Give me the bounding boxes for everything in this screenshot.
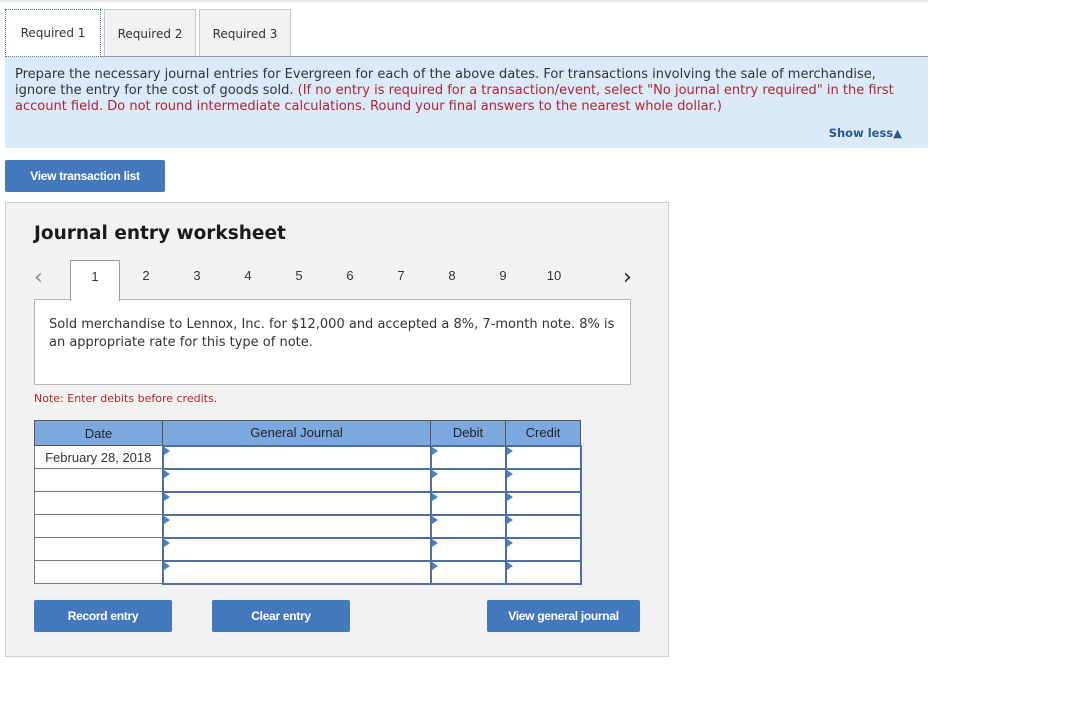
pager-page-7[interactable]: 7	[389, 268, 413, 283]
show-less-toggle[interactable]: Show less▲	[829, 125, 902, 141]
credit-input[interactable]	[504, 467, 582, 493]
debit-input[interactable]	[429, 513, 507, 539]
account-input[interactable]	[161, 559, 432, 585]
pager-page-10[interactable]: 10	[542, 268, 566, 283]
transaction-description: Sold merchandise to Lennox, Inc. for $12…	[34, 299, 631, 385]
instructions-panel: Prepare the necessary journal entries fo…	[5, 57, 928, 148]
credit-input[interactable]	[504, 513, 582, 539]
chevron-left-icon[interactable]: ‹	[34, 265, 43, 290]
pager-page-3[interactable]: 3	[185, 268, 209, 283]
record-entry-button[interactable]: Record entry	[34, 600, 172, 632]
triangle-up-icon: ▲	[893, 126, 902, 140]
table-row: February 28, 2018	[34, 444, 582, 470]
credit-input[interactable]	[504, 490, 582, 516]
account-input[interactable]	[161, 490, 432, 516]
credit-input[interactable]	[504, 559, 582, 585]
debits-note: Note: Enter debits before credits.	[34, 392, 218, 405]
table-row	[34, 467, 582, 493]
journal-entry-worksheet: Journal entry worksheet ‹ 1 2 3 4 5 6 7 …	[5, 202, 669, 657]
date-cell: February 28, 2018	[34, 445, 163, 469]
tab-required-1[interactable]: Required 1	[5, 9, 101, 57]
journal-table: Date General Journal Debit Credit Februa…	[34, 420, 582, 585]
pager-page-label: 1	[91, 269, 99, 284]
tab-required-2[interactable]: Required 2	[104, 9, 196, 57]
account-input[interactable]	[161, 467, 432, 493]
pager-page-4[interactable]: 4	[236, 268, 260, 283]
account-input[interactable]	[161, 513, 432, 539]
date-cell	[34, 560, 163, 584]
pager-page-1[interactable]: 1	[70, 260, 120, 301]
date-cell	[34, 491, 163, 515]
pager-page-5[interactable]: 5	[287, 268, 311, 283]
journal-table-header: Date General Journal Debit Credit	[34, 420, 581, 446]
transaction-description-text: Sold merchandise to Lennox, Inc. for $12…	[49, 317, 615, 350]
debit-input[interactable]	[429, 536, 507, 562]
worksheet-title: Journal entry worksheet	[34, 223, 286, 244]
account-input[interactable]	[161, 536, 432, 562]
view-general-journal-button[interactable]: View general journal	[487, 600, 640, 632]
show-less-label: Show less	[828, 126, 894, 140]
pager-page-9[interactable]: 9	[491, 268, 515, 283]
date-cell	[34, 514, 163, 538]
table-row	[34, 490, 582, 516]
header-debit: Debit	[430, 420, 506, 446]
view-transaction-list-button[interactable]: View transaction list	[5, 160, 165, 192]
header-date: Date	[34, 420, 163, 446]
account-input[interactable]	[161, 444, 432, 470]
table-row	[34, 536, 582, 562]
clear-entry-button[interactable]: Clear entry	[212, 600, 350, 632]
pager-page-2[interactable]: 2	[134, 268, 158, 283]
date-cell	[34, 468, 163, 492]
debit-input[interactable]	[429, 559, 507, 585]
top-divider	[0, 0, 928, 2]
header-credit: Credit	[505, 420, 581, 446]
requirement-tabs: Required 1 Required 2 Required 3	[5, 9, 294, 57]
chevron-right-icon[interactable]: ›	[623, 265, 632, 290]
pager-page-6[interactable]: 6	[338, 268, 362, 283]
pager-page-8[interactable]: 8	[440, 268, 464, 283]
debit-input[interactable]	[429, 490, 507, 516]
credit-input[interactable]	[504, 444, 582, 470]
debit-input[interactable]	[429, 467, 507, 493]
tab-required-3[interactable]: Required 3	[199, 9, 291, 57]
debit-input[interactable]	[429, 444, 507, 470]
header-general-journal: General Journal	[162, 420, 431, 446]
credit-input[interactable]	[504, 536, 582, 562]
table-row	[34, 513, 582, 539]
date-cell	[34, 537, 163, 561]
transaction-pager: ‹ 1 2 3 4 5 6 7 8 9 10 ›	[6, 260, 670, 301]
table-row	[34, 559, 582, 585]
